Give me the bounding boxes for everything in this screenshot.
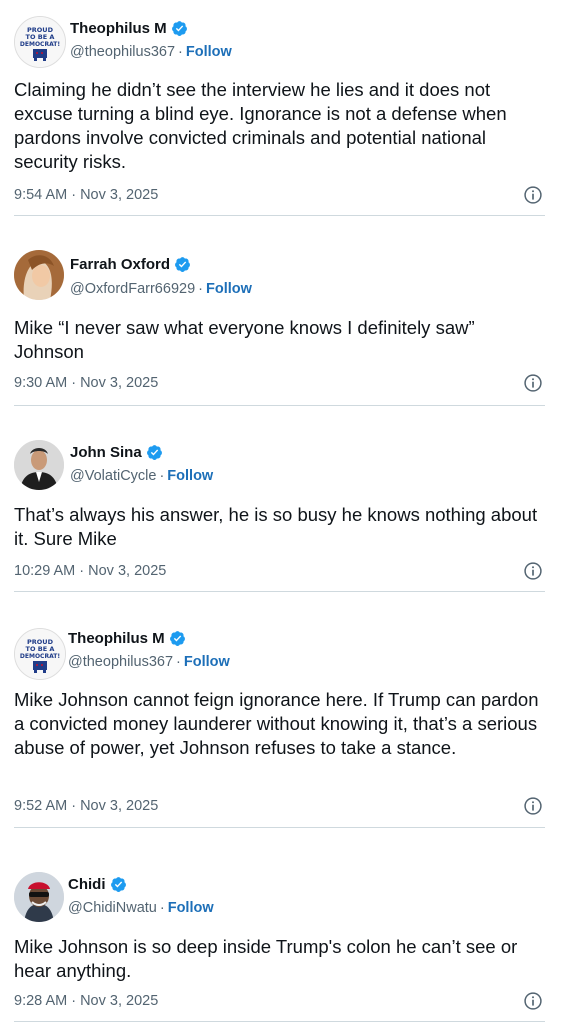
handle-line: @ChidiNwatu · Follow — [68, 900, 214, 916]
tweet-text: Mike Johnson is so deep inside Trump's c… — [14, 936, 518, 981]
verified-badge-icon — [171, 21, 187, 36]
svg-text:DEMOCRAT!: DEMOCRAT! — [20, 653, 60, 660]
follow-link[interactable]: Follow — [186, 44, 232, 60]
verified-badge-icon — [146, 445, 162, 460]
display-name-text: Chidi — [68, 876, 106, 893]
timestamp[interactable]: 9:52 AM · Nov 3, 2025 — [14, 798, 158, 814]
separator-dot: · — [176, 654, 181, 670]
display-name-text: John Sina — [70, 444, 142, 461]
divider — [14, 1021, 545, 1022]
display-name[interactable]: Theophilus M — [70, 20, 188, 37]
tweet-text: Claiming he didn’t see the interview he … — [14, 79, 507, 172]
display-name[interactable]: Theophilus M — [68, 630, 186, 647]
timestamp[interactable]: 10:29 AM · Nov 3, 2025 — [14, 563, 166, 579]
tweet-card: Chidi @ChidiNwatu · Follow Mike Johnson is… — [0, 828, 561, 1024]
handle[interactable]: @VolatiCycle — [70, 468, 156, 484]
verified-badge-icon — [169, 631, 185, 646]
follow-link[interactable]: Follow — [206, 281, 252, 297]
separator-dot: · — [159, 468, 165, 484]
tweet-text: That’s always his answer, he is so busy … — [14, 504, 538, 549]
separator-dot: · — [178, 44, 183, 60]
timestamp[interactable]: 9:30 AM · Nov 3, 2025 — [14, 375, 158, 391]
follow-link[interactable]: Follow — [184, 654, 230, 670]
display-name[interactable]: Farrah Oxford — [70, 256, 191, 273]
avatar[interactable]: PROUD TO BE A DEMOCRAT! — [14, 628, 66, 680]
profile-photo-icon — [14, 250, 64, 300]
display-name-text: Farrah Oxford — [70, 256, 171, 273]
info-icon[interactable] — [523, 991, 543, 1011]
tweet-card: John Sina @VolatiCycle · Follow That’s alw… — [0, 406, 561, 592]
tweet-card: Farrah Oxford @OxfordFarr66929 · Follow Mi… — [0, 216, 561, 406]
display-name[interactable]: Chidi — [68, 876, 127, 893]
avatar[interactable] — [14, 250, 64, 300]
follow-link[interactable]: Follow — [168, 900, 214, 916]
avatar[interactable] — [14, 872, 64, 922]
avatar[interactable] — [14, 440, 64, 490]
info-icon[interactable] — [523, 561, 543, 581]
timestamp[interactable]: 9:28 AM · Nov 3, 2025 — [14, 993, 158, 1009]
profile-photo-icon — [14, 872, 64, 922]
verified-badge-icon — [110, 877, 126, 892]
verified-badge-icon — [175, 257, 190, 272]
profile-photo-icon — [14, 440, 64, 490]
svg-text:TO BE A: TO BE A — [26, 33, 55, 41]
handle[interactable]: @theophilus367 — [70, 44, 175, 60]
handle-line: @theophilus367 · Follow — [70, 44, 232, 60]
display-name-text: Theophilus M — [68, 630, 165, 647]
tweet-text: Mike “I never saw what everyone knows I … — [14, 317, 475, 362]
info-icon[interactable] — [523, 796, 543, 816]
display-name[interactable]: John Sina — [70, 444, 163, 461]
handle-line: @theophilus367 · Follow — [68, 654, 230, 670]
handle-line: @OxfordFarr66929 · Follow — [70, 281, 252, 297]
separator-dot: · — [159, 900, 165, 916]
info-icon[interactable] — [523, 373, 543, 393]
info-icon[interactable] — [523, 185, 543, 205]
display-name-text: Theophilus M — [70, 20, 167, 37]
democrat-badge-icon: PROUD TO BE A DEMOCRAT! — [15, 629, 65, 679]
handle-line: @VolatiCycle · Follow — [70, 468, 213, 484]
tweet-card: PROUD TO BE A DEMOCRAT! Theophilus M @th… — [0, 592, 561, 828]
handle[interactable]: @theophilus367 — [68, 654, 173, 670]
avatar[interactable]: PROUD TO BE A DEMOCRAT! — [14, 16, 66, 68]
svg-text:DEMOCRAT!: DEMOCRAT! — [20, 41, 60, 48]
svg-text:TO BE A: TO BE A — [26, 645, 55, 653]
handle[interactable]: @ChidiNwatu — [68, 900, 157, 916]
timestamp[interactable]: 9:54 AM · Nov 3, 2025 — [14, 187, 158, 203]
follow-link[interactable]: Follow — [167, 468, 213, 484]
democrat-badge-icon: PROUD TO BE A DEMOCRAT! — [15, 17, 65, 67]
tweet-card: PROUD TO BE A DEMOCRAT! Theophilus M @th… — [0, 0, 561, 216]
handle[interactable]: @OxfordFarr66929 — [70, 281, 195, 297]
separator-dot: · — [198, 281, 203, 297]
tweet-text: Mike Johnson cannot feign ignorance here… — [14, 689, 539, 758]
